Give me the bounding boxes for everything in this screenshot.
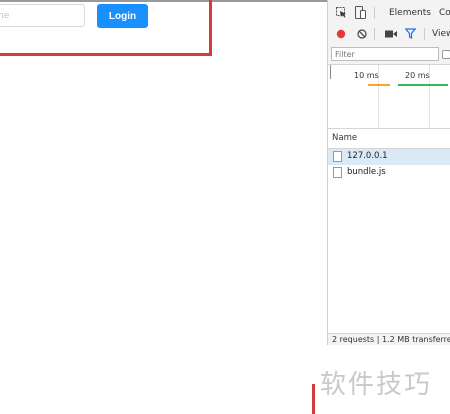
filter-checkbox[interactable]	[442, 50, 450, 59]
request-row[interactable]: 127.0.0.1	[328, 149, 450, 165]
camera-icon[interactable]	[385, 30, 397, 41]
timeline-bar-download	[398, 84, 448, 86]
app-area: Login	[0, 0, 327, 345]
document-icon	[333, 167, 342, 178]
toolbar-separator	[424, 28, 425, 40]
inspect-icon[interactable]	[336, 7, 347, 21]
request-row[interactable]: bundle.js	[328, 165, 450, 181]
device-toggle-icon[interactable]	[355, 6, 366, 22]
filter-input[interactable]	[331, 47, 439, 61]
tab-console[interactable]: Co	[439, 8, 450, 18]
request-summary: 2 requests | 1.2 MB transferred	[332, 335, 450, 344]
tab-elements[interactable]: Elements	[389, 8, 431, 18]
network-timeline[interactable]: 10 ms 20 ms	[328, 65, 450, 129]
network-status-bar: 2 requests | 1.2 MB transferred	[328, 333, 450, 345]
name-column-header[interactable]: Name	[328, 129, 450, 149]
clear-icon[interactable]	[357, 29, 367, 42]
devtools-tab-bar: Elements Co	[328, 0, 450, 26]
toolbar-separator	[374, 7, 375, 19]
document-icon	[333, 151, 342, 162]
filter-icon[interactable]	[404, 28, 417, 42]
timeline-tick-label: 20 ms	[405, 71, 430, 80]
request-name: 127.0.0.1	[347, 151, 388, 161]
timeline-tick-label: 10 ms	[354, 71, 379, 80]
highlight-frame-edge	[312, 384, 315, 414]
request-name: bundle.js	[347, 167, 386, 177]
username-input[interactable]	[0, 4, 85, 27]
login-button[interactable]: Login	[97, 4, 148, 28]
timeline-gridline	[330, 65, 331, 79]
name-column-label: Name	[332, 133, 358, 143]
toolbar-separator	[374, 28, 375, 40]
network-toolbar: View	[328, 25, 450, 45]
filter-bar	[328, 44, 450, 65]
devtools-panel: Elements Co View 10 ms 20 ms	[327, 0, 450, 345]
record-icon[interactable]	[336, 29, 346, 42]
view-label[interactable]: View	[432, 29, 450, 39]
timeline-bar-waiting	[368, 84, 390, 86]
watermark-text: 软件技巧	[320, 370, 433, 400]
